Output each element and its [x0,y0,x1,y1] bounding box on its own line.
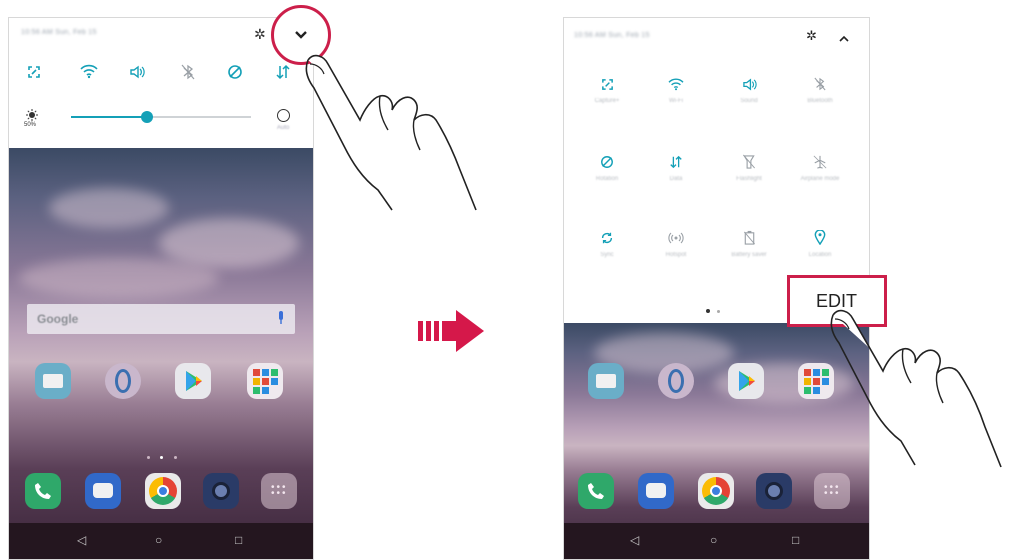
sound-icon [719,76,779,98]
page-indicator [147,446,177,459]
data-icon [646,154,706,176]
home-icon[interactable]: ○ [710,533,717,547]
location-icon [790,229,850,252]
navigation-bar: ◁ ○ □ [564,523,869,559]
airplane-icon [790,154,850,176]
gallery-app-icon[interactable] [105,363,141,399]
phone-app-icon[interactable] [25,473,61,509]
tile-flashlight[interactable]: Flashlight [719,154,779,214]
play-store-app-icon[interactable] [175,363,211,399]
brightness-slider-fill [71,116,147,118]
battery-saver-icon [719,230,779,252]
gear-icon[interactable]: ✲ [806,28,817,44]
brightness-value: 50% [24,122,37,128]
apps-drawer-icon[interactable]: ••• ••• [814,473,850,509]
auto-label: Auto [277,125,290,131]
pointing-hand-icon [305,54,477,211]
sound-icon[interactable] [129,65,145,84]
email-app-icon[interactable] [588,363,624,399]
google-search-bar[interactable]: Google [27,304,295,334]
auto-brightness-toggle[interactable] [277,109,290,122]
google-folder-icon[interactable] [247,363,283,399]
brightness-slider[interactable] [71,111,251,123]
tile-hotspot[interactable]: Hotspot [646,230,706,290]
messaging-app-icon[interactable] [638,473,674,509]
mic-icon[interactable] [277,311,285,330]
phone-app-icon[interactable] [578,473,614,509]
capture-icon[interactable] [27,65,41,83]
status-text: 10:56 AM Sun, Feb 15 [574,32,650,39]
page-indicator [706,300,721,318]
chevron-down-icon[interactable] [294,30,308,40]
tile-capture[interactable]: Capture+ [577,76,637,136]
rotation-icon[interactable] [227,64,243,85]
camera-app-icon[interactable] [203,473,239,509]
recents-icon[interactable]: □ [235,533,242,547]
wifi-icon [646,76,706,98]
navigation-bar: ◁ ○ □ [9,523,313,559]
rotation-icon [577,154,637,176]
search-placeholder: Google [37,312,79,326]
home-icon[interactable]: ○ [155,533,162,547]
flashlight-icon [719,154,779,176]
camera-app-icon[interactable] [756,473,792,509]
chrome-app-icon[interactable] [145,473,181,509]
tile-data[interactable]: Data [646,154,706,214]
messaging-app-icon[interactable] [85,473,121,509]
back-icon[interactable]: ◁ [630,533,639,547]
status-text: 10:56 AM Sun, Feb 15 [21,29,97,36]
apps-drawer-icon[interactable]: ••• ••• [261,473,297,509]
tile-sync[interactable]: Sync [577,230,637,290]
chrome-app-icon[interactable] [698,473,734,509]
recents-icon[interactable]: □ [792,533,799,547]
pointing-hand-icon [830,309,1002,468]
next-step-arrow-icon [418,310,484,352]
tile-airplane[interactable]: Airplane mode [790,154,850,214]
sync-icon [577,230,637,252]
left-phone-screen: 10:56 AM Sun, Feb 15 ✲ 50% Auto Google •… [8,17,314,560]
tile-battery-saver[interactable]: Battery saver [719,230,779,290]
bluetooth-icon [790,76,850,98]
tile-bluetooth[interactable]: Bluetooth [790,76,850,136]
tile-rotation[interactable]: Rotation [577,154,637,214]
gallery-app-icon[interactable] [658,363,694,399]
tile-wifi[interactable]: Wi-Fi [646,76,706,136]
back-icon[interactable]: ◁ [77,533,86,547]
gear-icon[interactable]: ✲ [254,26,266,43]
play-store-app-icon[interactable] [728,363,764,399]
hotspot-icon [646,230,706,252]
data-icon[interactable] [275,64,291,85]
chevron-up-icon[interactable] [839,35,849,42]
wifi-icon[interactable] [79,63,99,84]
brightness-slider-knob[interactable] [140,111,153,123]
email-app-icon[interactable] [35,363,71,399]
notification-panel: 10:56 AM Sun, Feb 15 ✲ 50% Auto [9,18,313,148]
capture-icon [577,76,637,98]
bluetooth-icon[interactable] [181,64,195,85]
tile-sound[interactable]: Sound [719,76,779,136]
